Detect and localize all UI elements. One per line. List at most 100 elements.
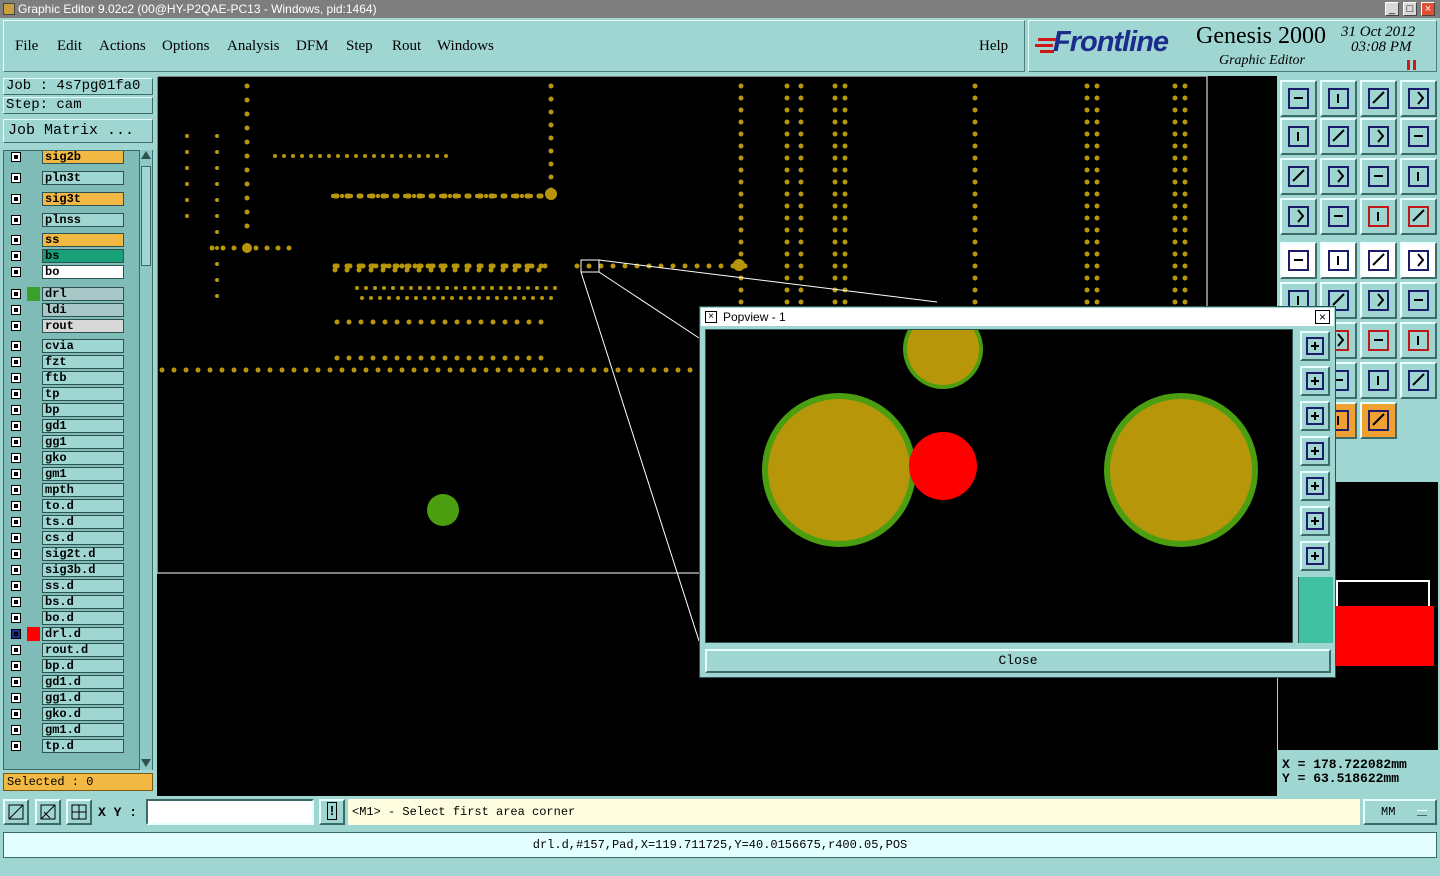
xy-input[interactable]	[146, 799, 314, 825]
pan-right-button[interactable]	[1320, 118, 1357, 155]
layer-name[interactable]: gg1	[42, 435, 124, 449]
home-button[interactable]	[1280, 80, 1317, 117]
layer-name[interactable]: cvia	[42, 339, 124, 353]
layer-checkbox[interactable]	[11, 235, 21, 245]
layer-checkbox[interactable]	[11, 152, 21, 162]
layer-name[interactable]: ss.d	[42, 579, 124, 593]
layer-name[interactable]: gm1.d	[42, 723, 124, 737]
layer-name[interactable]: pln3t	[42, 171, 124, 185]
house-button[interactable]	[1360, 80, 1397, 117]
layer-checkbox[interactable]	[11, 549, 21, 559]
layer-name[interactable]: ldi	[42, 303, 124, 317]
zoom-area-button[interactable]	[3, 799, 29, 825]
measure-button[interactable]	[1360, 242, 1397, 279]
measure-button[interactable]	[35, 799, 61, 825]
layer-checkbox[interactable]	[11, 741, 21, 751]
layer-name[interactable]: ss	[42, 233, 124, 247]
layer-name[interactable]: ftb	[42, 371, 124, 385]
layer-name[interactable]: drl	[42, 287, 124, 301]
layer-name[interactable]: gg1.d	[42, 691, 124, 705]
menu-edit[interactable]: Edit	[57, 38, 82, 55]
net-button[interactable]	[1360, 402, 1397, 439]
move-button[interactable]	[1360, 282, 1397, 319]
layer-checkbox[interactable]	[11, 321, 21, 331]
menu-windows[interactable]: Windows	[437, 38, 494, 55]
layer-name[interactable]: plnss	[42, 213, 124, 227]
undo-view-button[interactable]	[1360, 118, 1397, 155]
feature-button[interactable]	[1280, 242, 1317, 279]
scroll-down-icon[interactable]	[141, 759, 151, 767]
layer-checkbox[interactable]	[11, 357, 21, 367]
layer-name[interactable]: fzt	[42, 355, 124, 369]
scrollbar-thumb[interactable]	[141, 166, 151, 266]
menu-step[interactable]: Step	[346, 38, 373, 55]
layer-checkbox[interactable]	[11, 565, 21, 575]
menu-actions[interactable]: Actions	[99, 38, 146, 55]
layer-checkbox[interactable]	[11, 173, 21, 183]
layer-checkbox[interactable]	[11, 677, 21, 687]
layer-name[interactable]: gm1	[42, 467, 124, 481]
scroll-up-icon[interactable]	[141, 151, 151, 159]
popview-pan-up2-button[interactable]	[1300, 366, 1330, 396]
layer-checkbox[interactable]	[11, 661, 21, 671]
layer-checkbox[interactable]	[11, 267, 21, 277]
layer-checkbox[interactable]	[11, 469, 21, 479]
layer-checkbox[interactable]	[11, 373, 21, 383]
layer-checkbox[interactable]	[11, 215, 21, 225]
layer-name[interactable]: gko.d	[42, 707, 124, 721]
popview-close-x-button[interactable]: ×	[1315, 310, 1330, 324]
layers-red-button[interactable]	[1400, 198, 1437, 235]
layer-checkbox[interactable]	[11, 341, 21, 351]
close-window-button[interactable]: ×	[1421, 2, 1435, 16]
layer-checkbox[interactable]	[11, 725, 21, 735]
layer-checkbox[interactable]	[11, 597, 21, 607]
popview-pan-right-button[interactable]	[1300, 471, 1330, 501]
scale-1-2-button[interactable]	[1360, 158, 1397, 195]
layer-checkbox[interactable]	[11, 709, 21, 719]
layer-name[interactable]: bp	[42, 403, 124, 417]
alert-button[interactable]: !	[319, 799, 345, 825]
layer-list-scrollbar[interactable]	[139, 150, 152, 770]
layer-checkbox[interactable]	[11, 194, 21, 204]
layer-name[interactable]: gko	[42, 451, 124, 465]
menu-file[interactable]: File	[15, 38, 38, 55]
layer-name[interactable]: bs.d	[42, 595, 124, 609]
route-button[interactable]	[1400, 362, 1437, 399]
layer-name[interactable]: rout.d	[42, 643, 124, 657]
layer-checkbox[interactable]	[11, 305, 21, 315]
layer-checkbox[interactable]	[11, 533, 21, 543]
layer-checkbox[interactable]	[11, 453, 21, 463]
menu-options[interactable]: Options	[162, 38, 210, 55]
layer-checkbox[interactable]	[11, 629, 21, 639]
layer-name[interactable]: gd1.d	[42, 675, 124, 689]
layer-checkbox[interactable]	[11, 405, 21, 415]
job-matrix-button[interactable]: Job Matrix ...	[3, 119, 153, 143]
layer-checkbox[interactable]	[11, 645, 21, 655]
layer-checkbox[interactable]	[11, 289, 21, 299]
layer-checkbox[interactable]	[11, 485, 21, 495]
maximize-button[interactable]: □	[1403, 2, 1417, 16]
menu-help[interactable]: Help	[979, 38, 1008, 55]
grid-button[interactable]	[1320, 198, 1357, 235]
help-button[interactable]	[1400, 158, 1437, 195]
layer-name[interactable]: sig2b	[42, 151, 124, 164]
minimize-button[interactable]: _	[1385, 2, 1399, 16]
layer-name[interactable]: bo	[42, 265, 124, 279]
layer-name[interactable]: ts.d	[42, 515, 124, 529]
layer-checkbox[interactable]	[11, 501, 21, 511]
layer-checkbox[interactable]	[11, 251, 21, 261]
redraw-button[interactable]	[1400, 118, 1437, 155]
layer-name[interactable]: rout	[42, 319, 124, 333]
layer-name[interactable]: mpth	[42, 483, 124, 497]
layer-name[interactable]: tp	[42, 387, 124, 401]
polygon-button[interactable]	[1400, 322, 1437, 359]
menu-dfm[interactable]: DFM	[296, 38, 329, 55]
layer-checkbox[interactable]	[11, 581, 21, 591]
layer-name[interactable]: bp.d	[42, 659, 124, 673]
layer-name[interactable]: sig3b.d	[42, 563, 124, 577]
group-button[interactable]	[1360, 362, 1397, 399]
pad-button[interactable]	[1400, 242, 1437, 279]
layers-button[interactable]	[1360, 198, 1397, 235]
zoom-center-button[interactable]	[1320, 158, 1357, 195]
menu-analysis[interactable]: Analysis	[227, 38, 280, 55]
